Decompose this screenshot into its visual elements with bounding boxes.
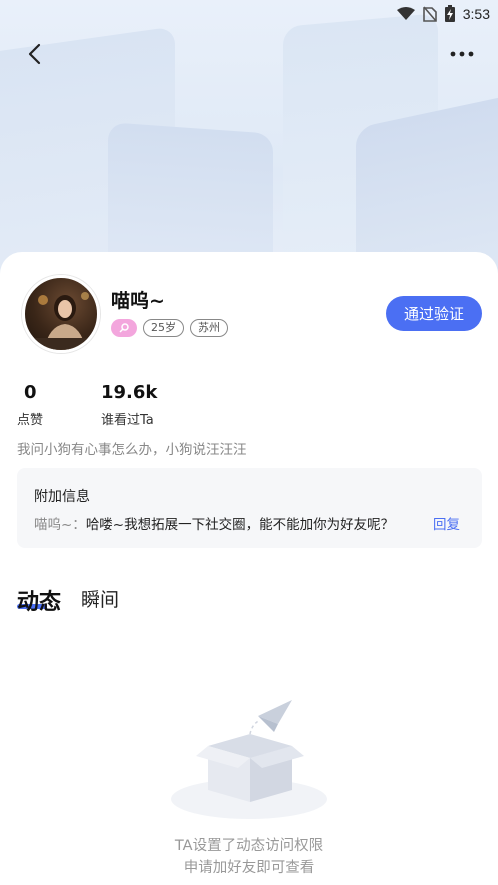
battery-charging-icon xyxy=(444,5,455,22)
empty-state-line2: 申请加好友即可查看 xyxy=(183,860,315,876)
extra-info-title: 附加信息 xyxy=(34,489,90,505)
wifi-icon xyxy=(396,6,415,20)
profile-bio: 我问小狗有心事怎么办，小狗说汪汪汪 xyxy=(17,442,247,458)
message-sender: 喵呜~： xyxy=(34,517,86,533)
extra-info-box: 附加信息 喵呜~：哈喽~我想拓展一下社交圈，能不能加你为好友呢？ 回复 xyxy=(17,468,482,548)
status-bar: 3:53 xyxy=(0,0,498,28)
no-sim-icon xyxy=(422,5,437,22)
profile-tags: 25岁 苏州 xyxy=(111,319,228,337)
extra-info-message-line: 喵呜~：哈喽~我想拓展一下社交圈，能不能加你为好友呢？ xyxy=(34,513,394,533)
tab-moments[interactable]: 动态 xyxy=(17,584,61,616)
verify-button[interactable]: 通过验证 xyxy=(386,296,482,331)
city-tag: 苏州 xyxy=(190,319,228,337)
reply-link[interactable]: 回复 xyxy=(433,513,460,533)
message-text: 哈喽~我想拓展一下社交圈，能不能加你为好友呢？ xyxy=(85,517,395,533)
profile-cover xyxy=(0,0,498,290)
gender-tag xyxy=(111,319,137,337)
visitors-count[interactable]: 19.6k xyxy=(101,382,157,403)
age-tag: 25岁 xyxy=(143,319,184,337)
tab-instants[interactable]: 瞬间 xyxy=(81,585,119,612)
status-time: 3:53 xyxy=(462,5,490,22)
likes-label: 点赞 xyxy=(17,413,44,428)
likes-count: 0 xyxy=(24,382,37,403)
more-options-icon[interactable] xyxy=(448,40,476,68)
back-arrow-icon[interactable] xyxy=(22,40,50,68)
female-icon xyxy=(119,323,129,333)
visitors-label[interactable]: 谁看过Ta xyxy=(101,409,154,428)
empty-state-line1: TA设置了动态访问权限 xyxy=(174,838,324,854)
empty-box-illustration xyxy=(171,700,327,819)
profile-nickname: 喵呜~ xyxy=(111,290,165,312)
avatar[interactable] xyxy=(22,275,100,353)
